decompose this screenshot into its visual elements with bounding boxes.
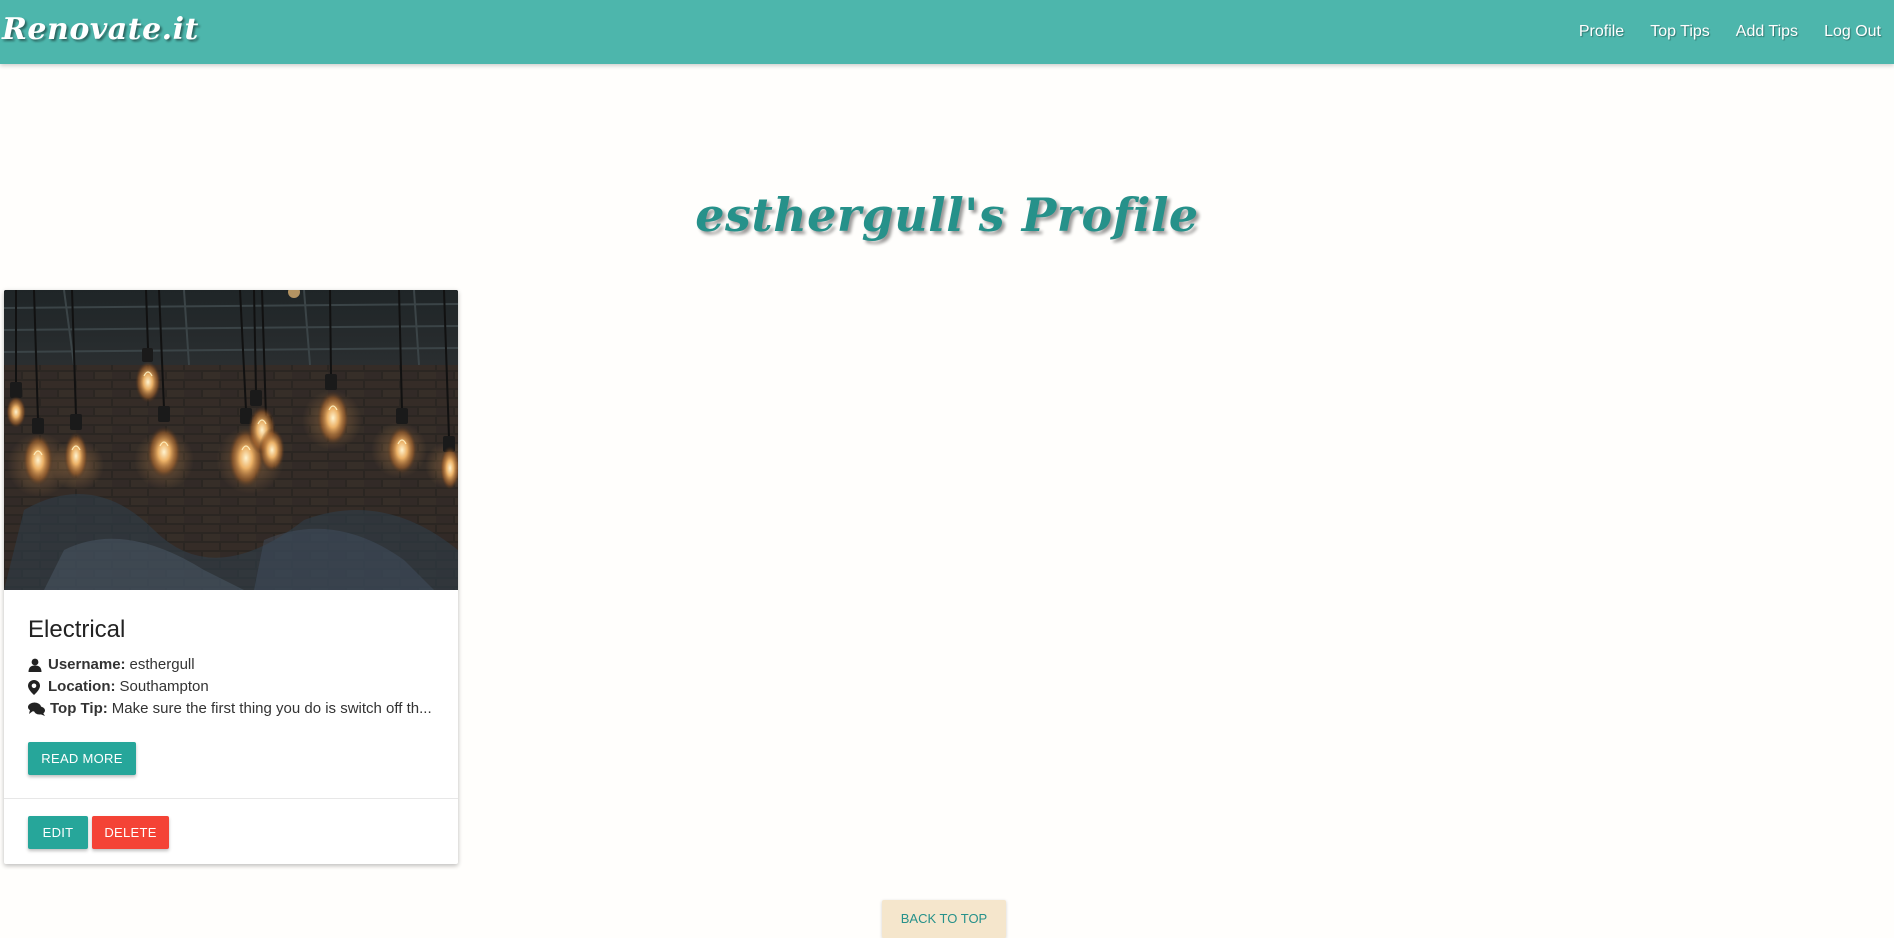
comments-icon — [28, 702, 46, 716]
delete-button[interactable]: Delete — [92, 816, 169, 849]
username-label: Username: — [48, 656, 126, 673]
brand-logo[interactable]: Renovate.it — [2, 12, 199, 47]
edit-button[interactable]: Edit — [28, 816, 88, 849]
username-value: esthergull — [129, 656, 195, 673]
page-title: esthergull's Profile — [695, 188, 1199, 242]
username-line: Username: esthergull — [28, 656, 195, 673]
map-marker-icon — [28, 679, 44, 695]
card-title: Electrical — [28, 616, 126, 643]
nav-link-profile[interactable]: Profile — [1566, 23, 1637, 41]
nav-link-log-out[interactable]: Log Out — [1811, 23, 1894, 41]
tip-card: Electrical Username: esthergull Location… — [4, 290, 458, 864]
location-label: Location: — [48, 678, 116, 695]
top-tip-value: Make sure the first thing you do is swit… — [111, 700, 432, 717]
read-more-button[interactable]: Read More — [28, 742, 136, 775]
card-divider — [4, 798, 458, 799]
nav-links: Profile Top Tips Add Tips Log Out — [1566, 0, 1894, 64]
nav-link-add-tips[interactable]: Add Tips — [1723, 23, 1811, 41]
nav-link-top-tips[interactable]: Top Tips — [1637, 23, 1723, 41]
top-tip-line: Top Tip: Make sure the first thing you d… — [28, 700, 432, 717]
user-icon — [28, 658, 44, 672]
top-tip-label: Top Tip: — [50, 700, 108, 717]
card-image — [4, 290, 458, 590]
navbar: Renovate.it Profile Top Tips Add Tips Lo… — [0, 0, 1894, 64]
location-value: Southampton — [119, 678, 209, 695]
location-line: Location: Southampton — [28, 678, 209, 695]
back-to-top-button[interactable]: Back to Top — [882, 900, 1006, 938]
light-bulbs-image — [4, 290, 458, 590]
